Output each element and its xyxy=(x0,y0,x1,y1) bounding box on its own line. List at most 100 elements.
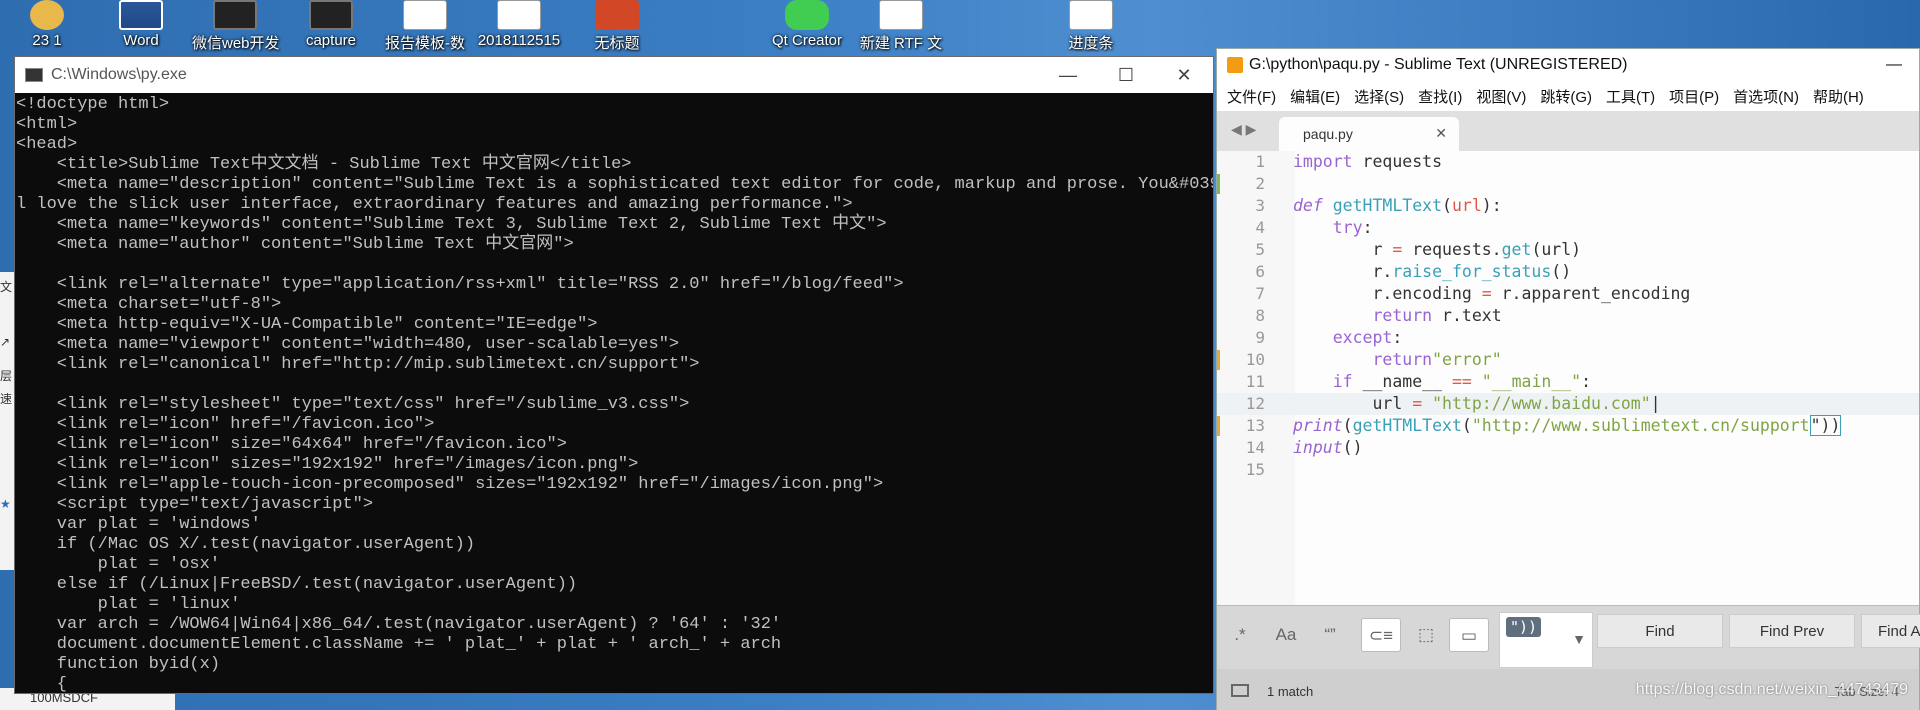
console-line: <script type="text/javascript"> xyxy=(16,495,374,514)
find-input[interactable]: ")) ▼ xyxy=(1499,612,1593,668)
console-line: <link rel="icon" sizes="192x192" href="/… xyxy=(16,455,639,474)
line-number: 2 xyxy=(1255,174,1265,193)
code-line: url = "http://www.baidu.com"| xyxy=(1293,394,1661,413)
find-button[interactable]: Find xyxy=(1597,614,1723,648)
in-selection-toggle[interactable]: ⬚ xyxy=(1409,618,1443,652)
desktop-icon-qt-creator[interactable]: Qt Creator xyxy=(764,0,850,54)
console-line: <link rel="icon" href="/favicon.ico"> xyxy=(16,415,435,434)
menu-project[interactable]: 项目(P) xyxy=(1669,86,1719,107)
code-line: r = requests.get(url) xyxy=(1293,240,1582,259)
strip-char: 文 xyxy=(0,280,13,294)
ppt-icon xyxy=(595,0,639,30)
word-doc-icon xyxy=(497,0,541,30)
case-sensitive-toggle[interactable]: Aa xyxy=(1269,618,1303,652)
line-number: 10 xyxy=(1245,350,1265,369)
sublime-logo-icon xyxy=(1227,57,1243,73)
code-line: input() xyxy=(1293,438,1363,457)
menu-selection[interactable]: 选择(S) xyxy=(1354,86,1404,107)
minimize-icon[interactable]: — xyxy=(1039,65,1097,86)
menu-help[interactable]: 帮助(H) xyxy=(1813,86,1864,107)
console-title: C:\Windows\py.exe xyxy=(51,66,187,83)
line-number: 5 xyxy=(1255,240,1265,259)
tab-bar: ◀ ▶ paqu.py ✕ xyxy=(1217,111,1919,151)
desktop-icon-progress-bar[interactable]: 进度条 xyxy=(1048,0,1134,54)
console-line: l love the slick user interface, extraor… xyxy=(16,195,853,214)
code-line: return r.text xyxy=(1372,306,1502,325)
desktop-icon-capture[interactable]: capture xyxy=(288,0,374,54)
close-icon[interactable]: ✕ xyxy=(1155,65,1213,86)
code-line: return"error" xyxy=(1372,350,1502,369)
code-line: print(getHTMLText("http://www.sublimetex… xyxy=(1293,415,1842,436)
console-line: <head> xyxy=(16,135,78,154)
menu-edit[interactable]: 编辑(E) xyxy=(1290,86,1340,107)
desktop-icon-2018112515[interactable]: 2018112515 xyxy=(476,0,562,54)
find-prev-button[interactable]: Find Prev xyxy=(1729,614,1855,648)
match-count: 1 match xyxy=(1267,684,1314,699)
close-tab-icon[interactable]: ✕ xyxy=(1435,125,1447,142)
menu-preferences[interactable]: 首选项(N) xyxy=(1733,86,1799,107)
desktop-icon-wechat-dev[interactable]: 微信web开发 xyxy=(192,0,280,54)
console-line: <html> xyxy=(16,115,78,134)
console-line: <meta charset="utf-8"> xyxy=(16,295,282,314)
tab-nav-arrows-icon[interactable]: ◀ ▶ xyxy=(1231,121,1256,138)
desktop-icon-label: 微信web开发 xyxy=(192,35,280,52)
code-editor[interactable]: 1 2 3 4 5 6 7 8 9 10 11 12 13 14 15 import requests de… xyxy=(1217,151,1919,605)
rtf-icon xyxy=(879,0,923,30)
capture-icon xyxy=(309,0,353,30)
menu-view[interactable]: 视图(V) xyxy=(1476,86,1526,107)
line-number: 14 xyxy=(1245,438,1265,457)
code-line: r.encoding = r.apparent_encoding xyxy=(1293,284,1691,303)
menu-find[interactable]: 查找(I) xyxy=(1418,86,1462,107)
console-line: <meta name="author" content="Sublime Tex… xyxy=(16,235,574,254)
watermark: https://blog.csdn.net/weixin_44743479 xyxy=(1635,681,1908,698)
console-line: var plat = 'windows' xyxy=(16,515,261,534)
console-line: <!doctype html> xyxy=(16,95,170,114)
sublime-title-bar[interactable]: G:\python\paqu.py - Sublime Text (UNREGI… xyxy=(1217,49,1919,81)
console-line: function byid(x) xyxy=(16,655,221,674)
desktop-icon-label: Qt Creator xyxy=(771,32,843,49)
desktop-icon-report-template[interactable]: 报告模板-数 xyxy=(382,0,468,54)
console-output: <!doctype html> <html> <head> <title>Subli… xyxy=(15,93,1213,693)
desktop-icon-label: 无标题 xyxy=(594,35,640,52)
console-line: <meta name="viewport" content="width=480… xyxy=(16,335,680,354)
console-title-bar[interactable]: C:\Windows\py.exe — ☐ ✕ xyxy=(15,57,1213,93)
line-number: 15 xyxy=(1245,460,1265,479)
qt-icon xyxy=(785,0,829,30)
sublime-window[interactable]: G:\python\paqu.py - Sublime Text (UNREGI… xyxy=(1216,48,1920,710)
file-icon xyxy=(1069,0,1113,30)
console-window[interactable]: C:\Windows\py.exe — ☐ ✕ <!doctype html> <… xyxy=(14,56,1214,694)
find-panel: .* Aa “” ⊂≡ ⬚ ▭ ")) ▼ Find Find Prev Fin… xyxy=(1217,605,1920,669)
console-line: if (/Mac OS X/.test(navigator.userAgent)… xyxy=(16,535,476,554)
menu-tools[interactable]: 工具(T) xyxy=(1606,86,1655,107)
panel-toggle-icon[interactable] xyxy=(1231,684,1249,697)
minimize-icon[interactable]: — xyxy=(1869,56,1919,74)
code-line: r.raise_for_status() xyxy=(1293,262,1572,281)
find-all-button[interactable]: Find All xyxy=(1861,614,1920,648)
desktop-icon-label: capture xyxy=(305,32,357,49)
console-line: <link rel="alternate" type="application/… xyxy=(16,275,904,294)
menu-file[interactable]: 文件(F) xyxy=(1227,86,1276,107)
find-history-dropdown-icon[interactable]: ▼ xyxy=(1572,631,1586,647)
regex-toggle[interactable]: .* xyxy=(1225,618,1255,652)
desktop-icon-word[interactable]: Word xyxy=(98,0,184,54)
console-line: <title>Sublime Text中文文档 - Sublime Text 中… xyxy=(16,155,632,174)
desktop-icon-label: 进度条 xyxy=(1068,35,1114,52)
wrap-toggle[interactable]: ⊂≡ xyxy=(1361,618,1401,652)
desktop-icon-new-rtf[interactable]: 新建 RTF 文 xyxy=(858,0,944,54)
whole-word-toggle[interactable]: “” xyxy=(1313,618,1347,652)
line-number: 3 xyxy=(1255,196,1265,215)
menu-goto[interactable]: 跳转(G) xyxy=(1540,86,1592,107)
code-line: import requests xyxy=(1293,152,1443,171)
strip-char: ★ xyxy=(0,497,11,511)
highlight-matches-toggle[interactable]: ▭ xyxy=(1449,618,1489,652)
console-line: <link rel="stylesheet" type="text/css" h… xyxy=(16,395,690,414)
tab-paqu-py[interactable]: paqu.py ✕ xyxy=(1279,117,1459,151)
line-number: 12 xyxy=(1245,394,1265,413)
console-line: else if (/Linux|FreeBSD/.test(navigator.… xyxy=(16,575,578,594)
desktop-icon-user[interactable]: 23 1 xyxy=(4,0,90,54)
desktop-icon-untitled[interactable]: 无标题 xyxy=(574,0,660,54)
line-number: 7 xyxy=(1255,284,1265,303)
maximize-icon[interactable]: ☐ xyxy=(1097,65,1155,86)
